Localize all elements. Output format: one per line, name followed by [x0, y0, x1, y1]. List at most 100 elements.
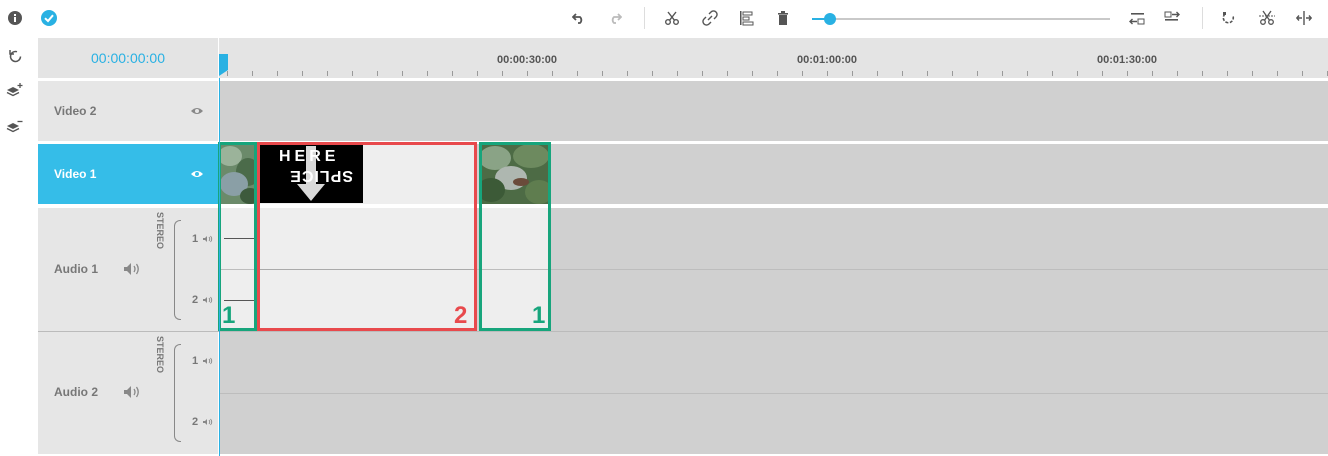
info-icon[interactable]	[7, 10, 23, 26]
ruler-tick	[1177, 71, 1178, 76]
move-right-icon[interactable]	[1164, 10, 1180, 26]
toolbar-divider	[1202, 7, 1203, 29]
align-left-icon[interactable]	[739, 10, 755, 26]
ruler-tick	[1027, 71, 1028, 76]
ruler-tick	[552, 71, 553, 76]
playhead-line[interactable]	[219, 78, 220, 456]
ruler-tick	[777, 71, 778, 76]
ruler-tick	[977, 71, 978, 76]
ruler-tick	[702, 71, 703, 76]
channel-2-label: 2	[192, 416, 199, 428]
ruler-tick	[1102, 71, 1103, 76]
ruler-tick	[452, 71, 453, 76]
ruler-tick	[1277, 71, 1278, 76]
ruler-tick	[752, 71, 753, 76]
stereo-label: STEREO	[155, 212, 165, 250]
check-circle-icon[interactable]	[41, 10, 57, 26]
channel-divider	[219, 393, 1328, 394]
speaker-small-icon	[202, 416, 214, 428]
ruler-tick	[1077, 71, 1078, 76]
ruler-tick	[677, 71, 678, 76]
playhead-handle[interactable]	[219, 54, 228, 76]
track-label: Audio 2	[54, 385, 98, 399]
ruler-tick	[877, 71, 878, 76]
ruler-tick	[427, 71, 428, 76]
track-label: Video 2	[54, 104, 97, 118]
ruler-tick	[652, 71, 653, 76]
ruler-tick	[327, 71, 328, 76]
ruler-tick	[377, 71, 378, 76]
annotation-frame-middle	[257, 142, 477, 331]
eye-icon[interactable]	[188, 166, 206, 182]
add-track-icon[interactable]	[5, 81, 25, 99]
trash-icon[interactable]	[775, 10, 791, 26]
ruler-tick	[577, 71, 578, 76]
track-header-video2[interactable]: Video 2	[38, 81, 218, 141]
ruler-tick	[1202, 71, 1203, 76]
track-label: Video 1	[54, 167, 97, 181]
ruler-tick	[727, 71, 728, 76]
annotation-number-left: 1	[222, 302, 236, 329]
ruler-tick	[252, 71, 253, 76]
current-timecode: 00:00:00:00	[38, 38, 218, 78]
refresh-icon[interactable]	[6, 47, 24, 65]
track-area-audio2[interactable]	[219, 332, 1328, 454]
channel-1-label: 1	[192, 233, 199, 245]
ruler-tick	[602, 71, 603, 76]
timecode-text: 00:00:00:00	[91, 50, 165, 66]
channel-2-label: 2	[192, 294, 199, 306]
zoom-slider[interactable]	[812, 13, 1110, 25]
channel-bracket	[174, 220, 181, 320]
expand-horizontal-icon[interactable]	[1296, 10, 1312, 26]
track-area-video2[interactable]	[219, 81, 1328, 141]
left-tool-strip	[0, 37, 33, 456]
ruler-tick	[1227, 71, 1228, 76]
ruler-tick	[477, 71, 478, 76]
move-left-icon[interactable]	[1129, 10, 1145, 26]
channel-bracket	[174, 344, 181, 442]
time-ruler[interactable]: 00:00:30:00 00:01:00:00 00:01:30:00	[219, 38, 1328, 78]
ruler-tick	[902, 71, 903, 76]
eye-icon[interactable]	[188, 103, 206, 119]
speaker-small-icon	[202, 233, 214, 245]
ruler-tick	[852, 71, 853, 76]
remove-track-icon[interactable]	[5, 117, 25, 135]
ruler-tick	[627, 71, 628, 76]
split-cut-icon[interactable]	[1258, 10, 1276, 26]
ruler-label: 00:00:30:00	[497, 54, 557, 66]
track-header-audio2[interactable]: Audio 2 STEREO 1 2	[38, 332, 218, 454]
stereo-label: STEREO	[155, 336, 165, 374]
scissors-icon[interactable]	[664, 10, 680, 26]
magnet-icon[interactable]	[1221, 10, 1237, 26]
ruler-tick	[952, 71, 953, 76]
speaker-icon[interactable]	[122, 261, 142, 277]
ruler-tick	[1052, 71, 1053, 76]
ruler-tick	[1127, 71, 1128, 76]
ruler-tick	[1252, 71, 1253, 76]
toolbar-divider	[644, 7, 645, 29]
ruler-tick	[527, 71, 528, 76]
redo-icon[interactable]	[607, 10, 623, 26]
annotation-number-right: 1	[532, 302, 546, 329]
ruler-tick	[802, 71, 803, 76]
ruler-label: 00:01:00:00	[797, 54, 857, 66]
track-label: Audio 1	[54, 262, 98, 276]
ruler-tick	[402, 71, 403, 76]
ruler-label: 00:01:30:00	[1097, 54, 1157, 66]
ruler-tick	[302, 71, 303, 76]
zoom-slider-knob[interactable]	[823, 13, 836, 25]
ruler-tick	[277, 71, 278, 76]
undo-icon[interactable]	[571, 10, 587, 26]
ruler-tick	[827, 71, 828, 76]
ruler-tick	[1302, 71, 1303, 76]
speaker-icon[interactable]	[122, 384, 142, 400]
toolbar	[0, 0, 1328, 37]
ruler-tick	[1002, 71, 1003, 76]
speaker-small-icon	[202, 355, 214, 367]
ruler-tick	[502, 71, 503, 76]
ruler-tick	[927, 71, 928, 76]
unlink-icon[interactable]	[702, 10, 718, 26]
track-header-audio1[interactable]: Audio 1 STEREO 1 2	[38, 208, 218, 331]
track-header-video1[interactable]: Video 1	[38, 144, 218, 204]
channel-1-label: 1	[192, 355, 199, 367]
